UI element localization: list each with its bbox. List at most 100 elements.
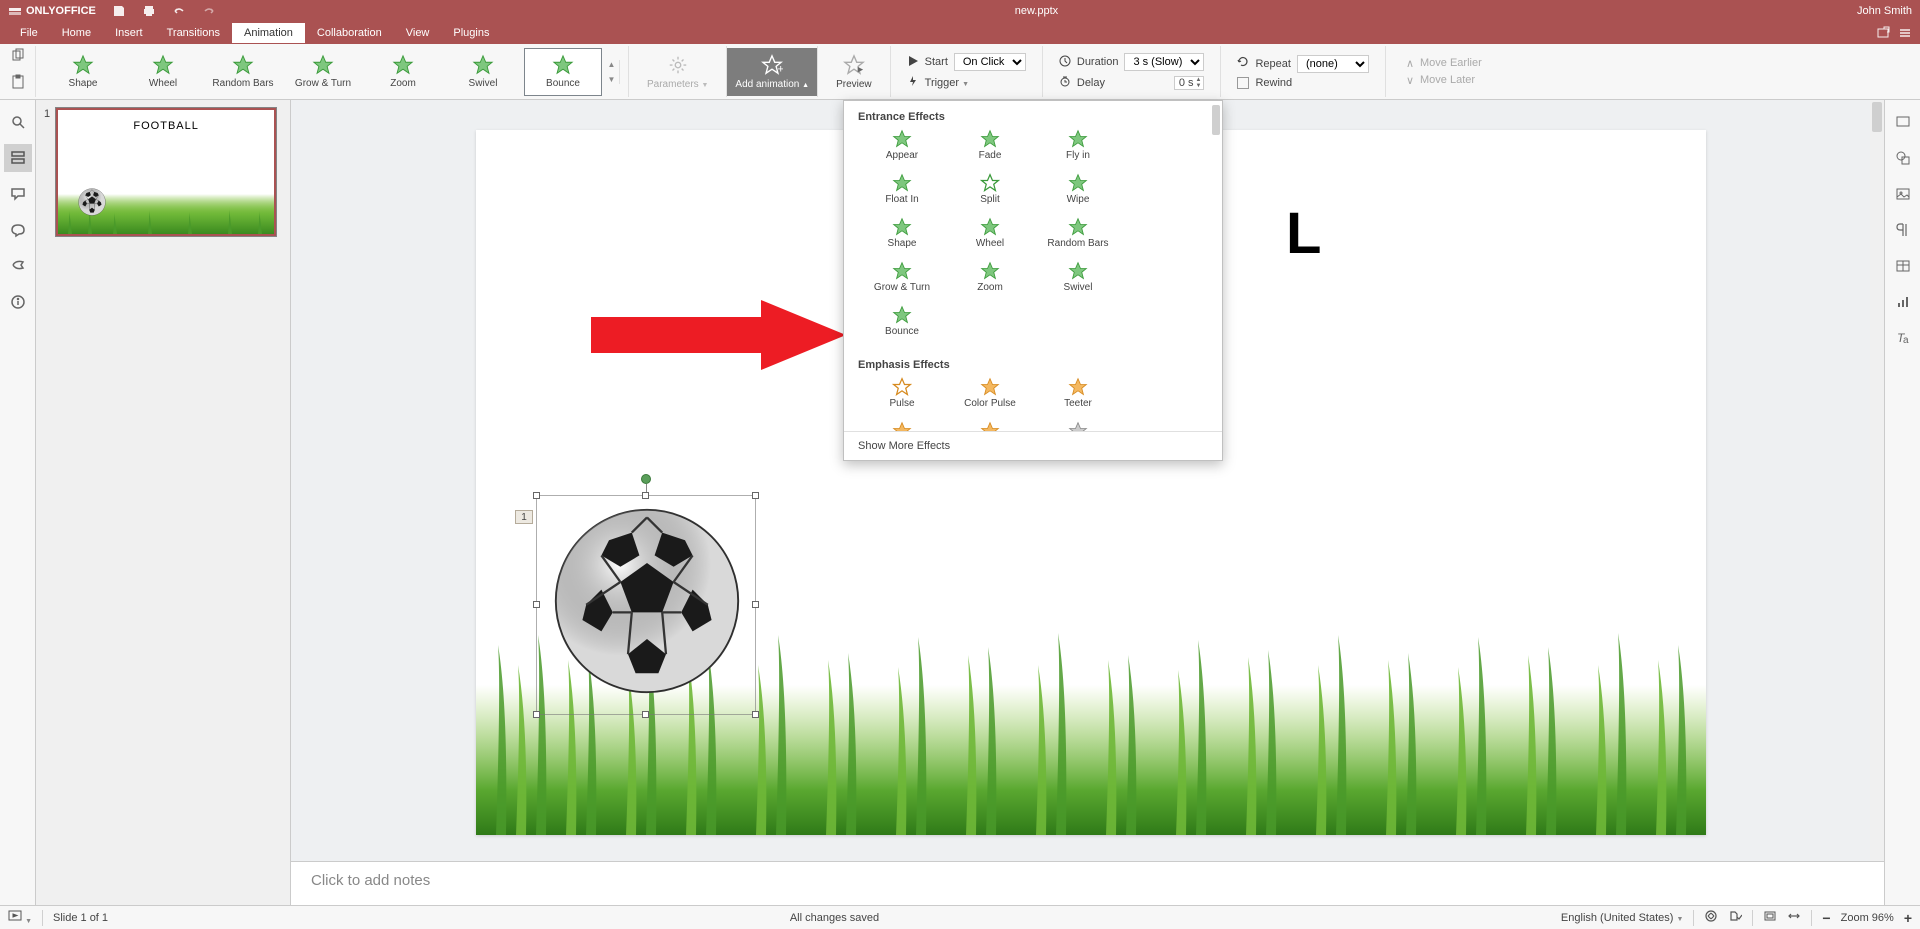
duration-select[interactable]: 3 s (Slow) [1124,53,1204,71]
emphasis-effects-title: Emphasis Effects [858,359,1208,371]
menu-plugins[interactable]: Plugins [441,23,501,43]
start-select[interactable]: On Click [954,53,1026,71]
about-icon[interactable] [4,288,32,316]
save-icon[interactable] [112,4,126,18]
effect-spin[interactable]: Spin [858,421,946,431]
anim-gallery-more[interactable]: ▲▼ [604,60,620,84]
effect-emphasis-6[interactable] [1034,421,1122,431]
resize-handle-w[interactable] [533,601,540,608]
paste-icon[interactable] [10,74,26,95]
anim-wheel[interactable]: Wheel [124,48,202,96]
fit-width-icon[interactable] [1787,909,1801,926]
animation-order-badge[interactable]: 1 [515,510,533,524]
effect-teeter[interactable]: Teeter [1034,377,1122,421]
panel-scrollbar[interactable] [1212,105,1220,135]
effect-split[interactable]: Split [946,173,1034,217]
menu-view[interactable]: View [394,23,442,43]
table-settings-icon[interactable] [1889,252,1917,280]
selected-object-frame[interactable] [536,495,756,715]
shape-settings-icon[interactable] [1889,144,1917,172]
image-settings-icon[interactable] [1889,180,1917,208]
anim-grow-turn[interactable]: Grow & Turn [284,48,362,96]
doccheck-icon[interactable] [1728,909,1742,926]
parameters-button[interactable]: Parameters ▼ [637,48,718,96]
trigger-button[interactable]: Trigger ▼ [925,77,969,89]
move-earlier-button[interactable]: ∧Move Earlier [1406,57,1482,70]
effect-color-pulse[interactable]: Color Pulse [946,377,1034,421]
preview-button[interactable]: Preview [826,48,882,96]
effect-fly-in[interactable]: Fly in [1034,129,1122,173]
anim-swivel[interactable]: Swivel [444,48,522,96]
delay-input[interactable]: 0 s ▲▼ [1174,76,1205,90]
chat-icon[interactable] [4,216,32,244]
user-name[interactable]: John Smith [1857,5,1912,17]
text-art-settings-icon[interactable]: Ta [1889,324,1917,352]
start-slideshow-icon[interactable]: ▼ [8,909,32,926]
move-later-button[interactable]: ∨Move Later [1406,74,1482,87]
redo-icon[interactable] [202,4,216,18]
copy-icon[interactable] [10,48,26,69]
resize-handle-ne[interactable] [752,492,759,499]
anim-zoom[interactable]: Zoom [364,48,442,96]
spellcheck-icon[interactable] [1704,909,1718,926]
show-more-effects[interactable]: Show More Effects [844,431,1222,460]
zoom-level[interactable]: Zoom 96% [1841,912,1894,924]
effect-wipe[interactable]: Wipe [1034,173,1122,217]
effect-shape[interactable]: Shape [858,217,946,261]
effect-appear[interactable]: Appear [858,129,946,173]
fit-slide-icon[interactable] [1763,909,1777,926]
menu-insert[interactable]: Insert [103,23,155,43]
effect-wheel[interactable]: Wheel [946,217,1034,261]
undo-icon[interactable] [172,4,186,18]
add-animation-button[interactable]: + Add animation ▲ [727,48,817,96]
print-icon[interactable] [142,4,156,18]
menu-animation[interactable]: Animation [232,23,305,43]
resize-handle-n[interactable] [642,492,649,499]
soccer-ball-image[interactable] [552,506,742,696]
anim-swivel-label: Swivel [469,78,498,89]
menu-file[interactable]: File [8,23,50,43]
chart-settings-icon[interactable] [1889,288,1917,316]
anim-shape[interactable]: Shape [44,48,122,96]
vertical-scrollbar[interactable] [1870,100,1884,861]
effect-pulse[interactable]: Pulse [858,377,946,421]
clock-icon [1059,55,1071,70]
resize-handle-e[interactable] [752,601,759,608]
rotate-handle[interactable] [641,474,651,484]
effect-emphasis-5[interactable] [946,421,1034,431]
slide-settings-icon[interactable] [1889,108,1917,136]
resize-handle-s[interactable] [642,711,649,718]
zoom-in-button[interactable]: + [1904,910,1912,926]
effect-swivel[interactable]: Swivel [1034,261,1122,305]
effect-zoom[interactable]: Zoom [946,261,1034,305]
repeat-select[interactable]: (none) [1297,55,1369,73]
anim-zoom-label: Zoom [390,78,416,89]
effect-bounce[interactable]: Bounce [858,305,946,349]
preview-label: Preview [836,79,872,90]
resize-handle-sw[interactable] [533,711,540,718]
menu-home[interactable]: Home [50,23,103,43]
anim-bounce[interactable]: Bounce [524,48,602,96]
slide-thumbnail-1[interactable]: FOOTBALL [56,108,276,236]
open-location-icon[interactable] [1876,26,1890,40]
anim-random-bars[interactable]: Random Bars [204,48,282,96]
resize-handle-nw[interactable] [533,492,540,499]
save-status: All changes saved [108,912,1561,924]
menu-transitions[interactable]: Transitions [155,23,232,43]
resize-handle-se[interactable] [752,711,759,718]
language-select[interactable]: English (United States) ▼ [1561,912,1684,924]
feedback-icon[interactable] [4,252,32,280]
effect-random-bars[interactable]: Random Bars [1034,217,1122,261]
menu-collaboration[interactable]: Collaboration [305,23,394,43]
effect-grow-turn[interactable]: Grow & Turn [858,261,946,305]
slides-icon[interactable] [4,144,32,172]
paragraph-settings-icon[interactable] [1889,216,1917,244]
rewind-checkbox[interactable] [1237,77,1249,89]
menu-icon[interactable] [1898,26,1912,40]
effect-float-in[interactable]: Float In [858,173,946,217]
effect-fade[interactable]: Fade [946,129,1034,173]
search-icon[interactable] [4,108,32,136]
notes-area[interactable]: Click to add notes [291,861,1884,905]
zoom-out-button[interactable]: − [1822,910,1830,926]
comments-icon[interactable] [4,180,32,208]
